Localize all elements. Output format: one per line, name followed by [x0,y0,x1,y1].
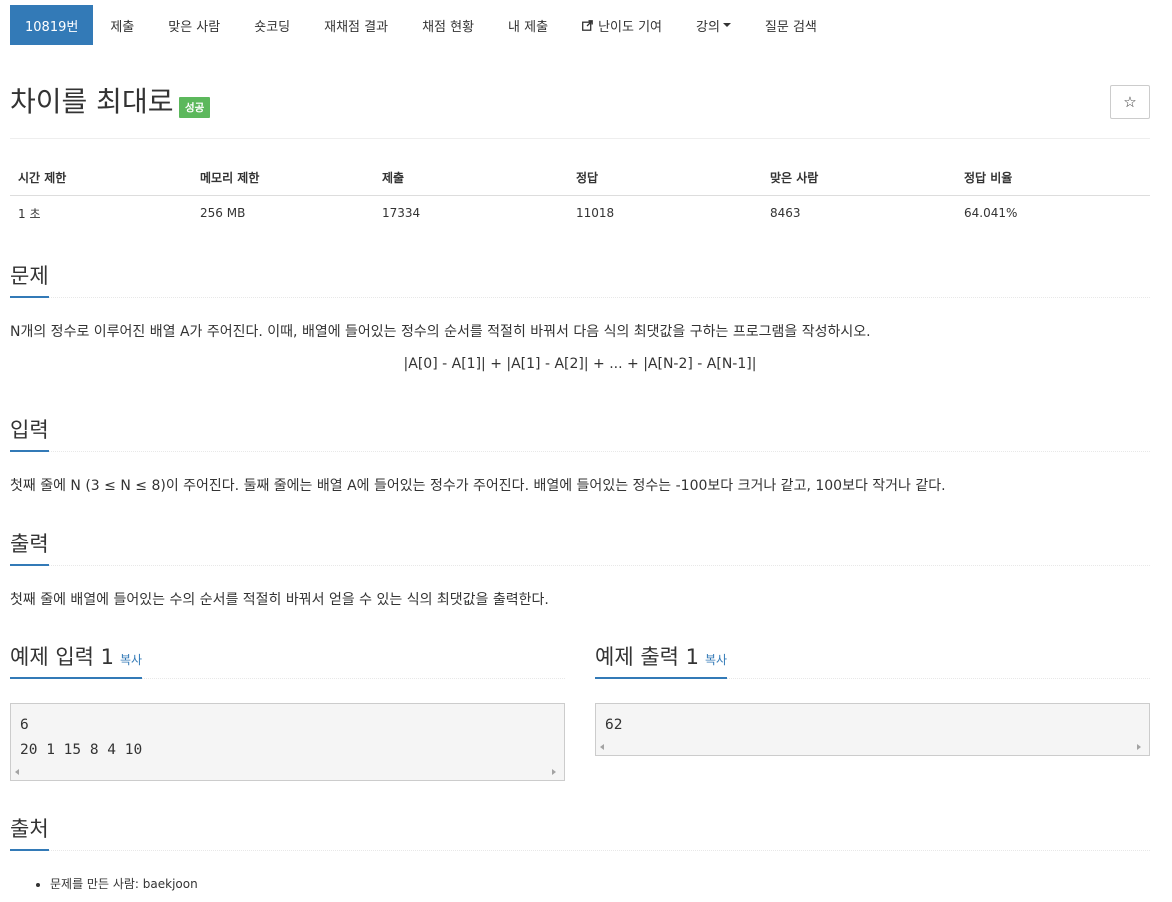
nav-label: 10819번 [25,19,79,35]
sample-input-line: 6 [20,717,29,733]
sample-output-heading: 예제 출력 1 복사 [595,642,728,679]
scroll-left-icon[interactable] [15,769,19,775]
caret-down-icon [722,23,731,27]
header-accept-ratio: 정답 비율 [956,160,1150,196]
input-heading: 입력 [10,415,49,452]
nav-lectures-dropdown[interactable]: 강의 [679,5,748,45]
external-link-icon [582,19,593,31]
sample-input-section: 예제 입력 1 복사 6 20 1 15 8 4 10 [10,642,565,781]
nav-label: 질문 검색 [764,19,817,35]
page-title: 차이를 최대로 [10,85,174,118]
status-badge: 성공 [179,97,211,118]
section-header: 문제 [10,261,1150,298]
section-header: 입력 [10,415,1150,452]
problem-title-row: 차이를 최대로 성공 ☆ [10,84,1150,139]
nav-label: 내 제출 [508,19,549,35]
output-section: 출력 첫째 줄에 배열에 들어있는 수의 순서를 적절히 바꿔서 얻을 수 있는… [10,529,1150,610]
nav-problem-number[interactable]: 10819번 [10,5,94,45]
sample-input-box[interactable]: 6 20 1 15 8 4 10 [10,703,565,781]
header-submissions: 제출 [374,160,568,196]
horizontal-scrollbar[interactable] [11,763,564,780]
output-text: 첫째 줄에 배열에 들어있는 수의 순서를 적절히 바꿔서 얻을 수 있는 식의… [10,592,549,608]
submissions-value: 17334 [382,206,421,221]
section-header: 예제 입력 1 복사 [10,642,565,679]
source-section: 출처 문제를 만든 사람: baekjoon [10,814,1150,892]
source-heading: 출처 [10,814,49,851]
sample-output-title: 예제 출력 1 [595,645,699,669]
sample-input-heading: 예제 입력 1 복사 [10,642,143,679]
nav-short-coding[interactable]: 숏코딩 [237,5,307,45]
sample-output-section: 예제 출력 1 복사 62 [595,642,1150,756]
formula-text: |A[0] - A[1]| + |A[1] - A[2]| + ... + |A… [403,356,757,372]
nav-my-submissions[interactable]: 내 제출 [491,5,565,45]
list-item: 문제를 만든 사람: baekjoon [50,875,1150,892]
header-memory-limit: 메모리 제한 [192,160,374,196]
sample-output-box[interactable]: 62 [595,703,1150,756]
problem-nav: 10819번 제출 맞은 사람 숏코딩 재채점 결과 채점 현황 내 제출 난이… [10,5,834,45]
sample-input-line: 20 1 15 8 4 10 [20,742,143,758]
description-text: N개의 정수로 이루어진 배열 A가 주어진다. 이때, 배열에 들어있는 정수… [10,324,871,340]
section-header: 예제 출력 1 복사 [595,642,1150,679]
nav-label: 제출 [110,19,135,35]
header-time-limit: 시간 제한 [10,160,192,196]
nav-label: 재채점 결과 [324,19,389,35]
favorite-button[interactable]: ☆ [1110,85,1150,119]
nav-label: 강의 [696,19,720,35]
solved-users-value: 8463 [770,206,801,221]
memory-limit-value: 256 MB [200,206,246,221]
input-text: 첫째 줄에 N (3 ≤ N ≤ 8)이 주어진다. 둘째 줄에는 배열 A에 … [10,478,946,494]
time-limit-value: 1 초 [18,206,41,221]
copy-sample-input-button[interactable]: 복사 [120,653,142,667]
nav-judge-status[interactable]: 채점 현황 [405,5,491,45]
nav-difficulty-contribution[interactable]: 난이도 기여 [565,5,679,45]
copy-sample-output-button[interactable]: 복사 [705,653,727,667]
problem-info-table: 시간 제한 메모리 제한 제출 정답 맞은 사람 정답 비율 1 초 256 M… [10,160,1150,231]
scroll-right-icon[interactable] [1137,744,1141,750]
horizontal-scrollbar[interactable] [596,738,1149,755]
table-header-row: 시간 제한 메모리 제한 제출 정답 맞은 사람 정답 비율 [10,160,1150,196]
output-heading: 출력 [10,529,49,566]
nav-submit[interactable]: 제출 [93,5,151,45]
nav-label: 숏코딩 [254,19,291,35]
sample-output-line: 62 [605,717,623,733]
scroll-left-icon[interactable] [600,744,604,750]
nav-solved-users[interactable]: 맞은 사람 [151,5,237,45]
input-section: 입력 첫째 줄에 N (3 ≤ N ≤ 8)이 주어진다. 둘째 줄에는 배열 … [10,415,1150,496]
accepted-value: 11018 [576,206,615,221]
section-header: 출처 [10,814,1150,851]
nav-question-search[interactable]: 질문 검색 [748,5,834,45]
scroll-right-icon[interactable] [552,769,556,775]
accept-ratio-value: 64.041% [964,206,1018,221]
description-heading: 문제 [10,261,49,298]
header-solved-users: 맞은 사람 [762,160,956,196]
nav-label: 채점 현황 [422,19,475,35]
nav-label: 맞은 사람 [168,19,221,35]
nav-label: 난이도 기여 [598,19,662,35]
header-accepted: 정답 [568,160,762,196]
section-header: 출력 [10,529,1150,566]
star-icon: ☆ [1123,93,1137,111]
table-row: 1 초 256 MB 17334 11018 8463 64.041% [10,195,1150,231]
description-section: 문제 N개의 정수로 이루어진 배열 A가 주어진다. 이때, 배열에 들어있는… [10,261,1150,372]
nav-rejudge-result[interactable]: 재채점 결과 [307,5,405,45]
sample-input-title: 예제 입력 1 [10,645,114,669]
source-list: 문제를 만든 사람: baekjoon [10,875,1150,892]
